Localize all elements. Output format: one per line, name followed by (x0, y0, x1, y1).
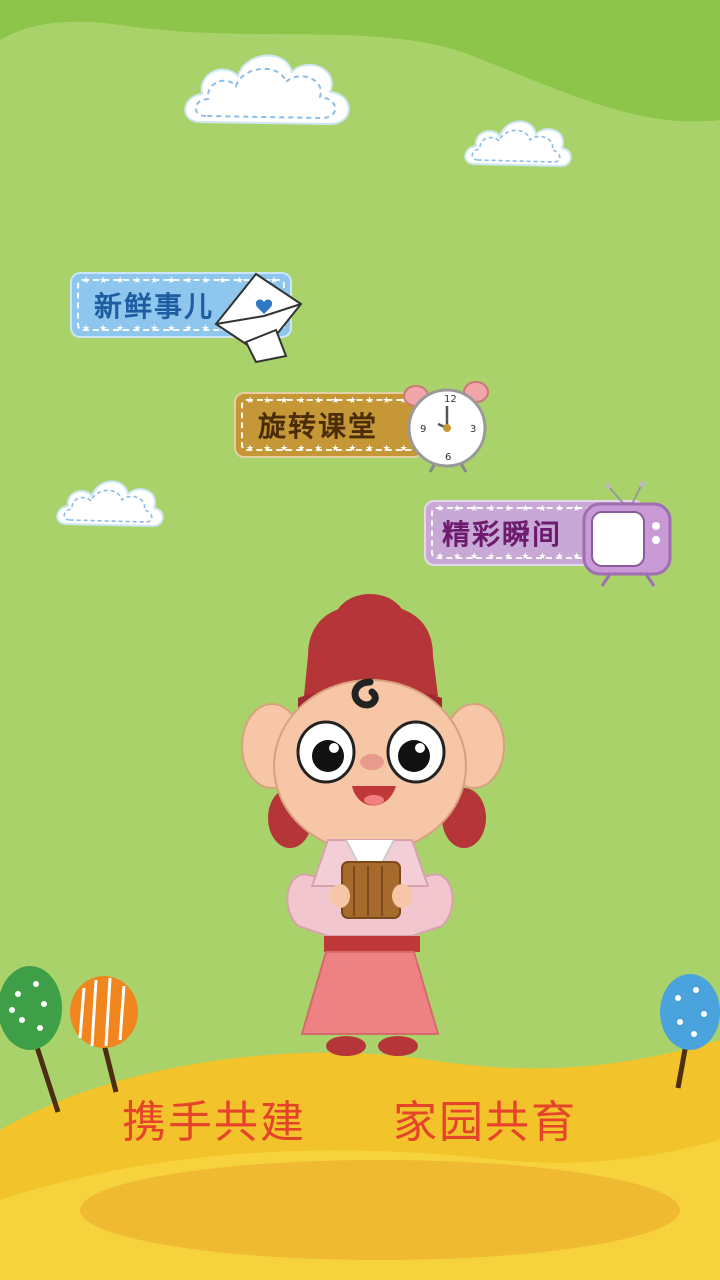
cloud-right (464, 120, 572, 168)
news-button-label: 新鲜事儿 (94, 290, 215, 323)
mascot-character (241, 594, 505, 1056)
tree-blue (660, 974, 720, 1089)
svg-text:6: 6 (445, 452, 451, 463)
stars-decoration: ★★★★★★★★★★ (246, 444, 412, 454)
cloud-top (184, 54, 350, 126)
svg-text:3: 3 (470, 424, 476, 435)
tree-green (0, 966, 62, 1113)
tv-icon (582, 481, 672, 587)
envelope-icon (214, 272, 303, 364)
slogan-left-text: 携手共建 (122, 1097, 306, 1148)
svg-text:12: 12 (444, 394, 457, 405)
cloud-left (56, 480, 164, 528)
class-button[interactable]: ★★★★★★★★★★ ★★★★★★★★★★ 旋转课堂 (234, 392, 424, 458)
svg-text:9: 9 (420, 424, 426, 435)
alarm-clock-icon: 12 9 3 6 (403, 381, 489, 473)
tree-orange (70, 976, 138, 1093)
slogan-right-text: 家园共育 (393, 1097, 577, 1148)
class-button-label: 旋转课堂 (258, 410, 379, 443)
moments-button-label: 精彩瞬间 (442, 518, 563, 551)
